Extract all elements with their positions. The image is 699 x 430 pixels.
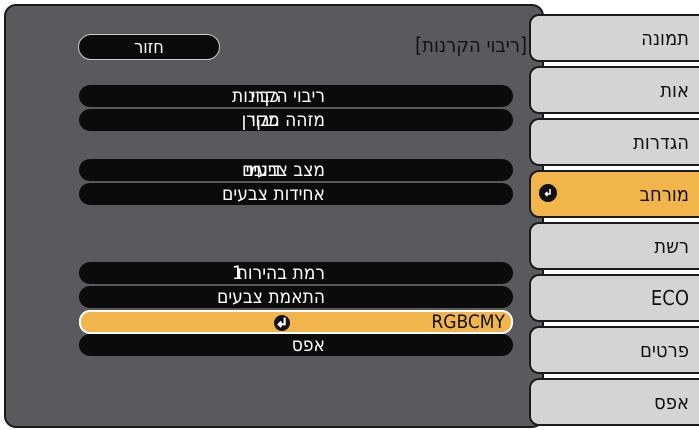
setting-row-color-mode[interactable]: מצב צבעים דינמי	[79, 159, 513, 181]
setting-label: RGBCMY	[431, 311, 505, 333]
menu-panel	[4, 4, 544, 428]
enter-icon	[274, 315, 290, 331]
setting-row-color-uniformity[interactable]: אחידות צבעים	[79, 183, 513, 205]
sidebar-item-label: רשת	[654, 234, 689, 258]
sidebar: תמונה אות הגדרות מורחב רשת ECO פרטים אפס	[529, 14, 699, 430]
sidebar-item-signal[interactable]: אות	[529, 66, 699, 114]
setting-row-projector-id[interactable]: מזהה מקרן כבוי	[79, 109, 513, 131]
setting-row-multi-projection[interactable]: ריבוי הקרנות כבוי	[79, 85, 513, 107]
setting-value: 1	[232, 262, 243, 284]
sidebar-item-image[interactable]: תמונה	[529, 14, 699, 62]
enter-icon	[539, 184, 557, 202]
section-title: [ריבוי הקרנות]	[415, 33, 527, 57]
sidebar-item-label: ECO	[650, 286, 689, 310]
sidebar-item-settings[interactable]: הגדרות	[529, 118, 699, 166]
sidebar-item-info[interactable]: פרטים	[529, 326, 699, 374]
sidebar-item-extended[interactable]: מורחב	[529, 170, 699, 218]
sidebar-item-label: אפס	[654, 390, 689, 414]
sidebar-item-reset[interactable]: אפס	[529, 378, 699, 426]
back-button[interactable]: חזור	[78, 34, 220, 60]
sidebar-item-label: הגדרות	[633, 130, 689, 154]
setting-label: רמת בהירות	[236, 262, 325, 284]
sidebar-item-label: תמונה	[641, 26, 689, 50]
sidebar-item-network[interactable]: רשת	[529, 222, 699, 270]
setting-value: דינמי	[245, 159, 281, 181]
sidebar-item-label: פרטים	[639, 338, 689, 362]
setting-value: כבוי	[251, 85, 279, 107]
sidebar-item-eco[interactable]: ECO	[529, 274, 699, 322]
setting-label: אחידות צבעים	[222, 183, 325, 205]
setting-row-color-matching[interactable]: התאמת צבעים	[79, 286, 513, 308]
setting-label: אפס	[291, 334, 325, 356]
setting-label: התאמת צבעים	[217, 286, 325, 308]
setting-value: כבוי	[251, 109, 279, 131]
sidebar-item-label: מורחב	[639, 182, 689, 206]
back-button-label: חזור	[134, 36, 164, 58]
setting-row-rgbcmy[interactable]: RGBCMY	[79, 310, 513, 334]
setting-row-reset[interactable]: אפס	[79, 334, 513, 356]
sidebar-item-label: אות	[660, 78, 689, 102]
setting-row-brightness-level[interactable]: רמת בהירות 1	[79, 262, 513, 284]
